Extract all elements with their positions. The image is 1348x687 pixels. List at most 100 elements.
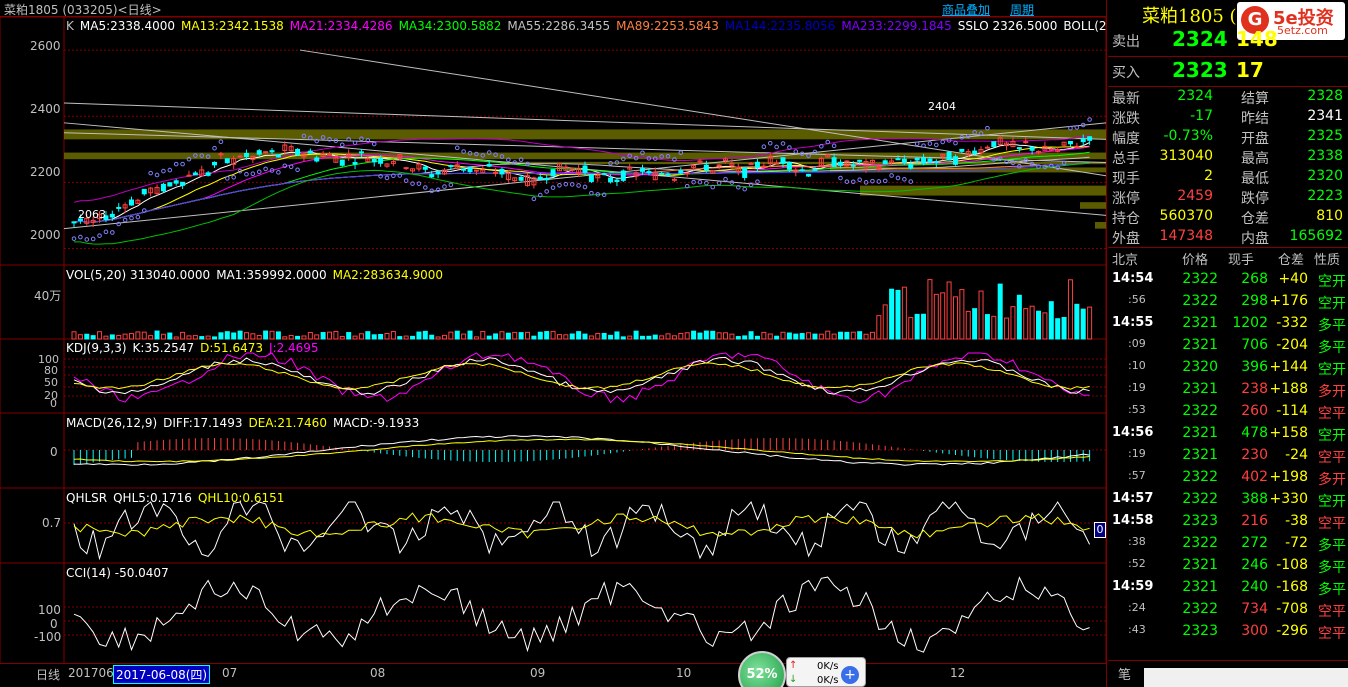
kdj-scale-50: 50 [44, 376, 58, 389]
volume-bar [889, 288, 895, 340]
volume-bar [646, 335, 652, 340]
quote-label: 外盘 [1112, 231, 1140, 247]
volume-profile-band [860, 185, 1106, 196]
volume-bar [601, 332, 607, 340]
tick-oi-change: +188 [1269, 381, 1308, 397]
volume-bar [218, 332, 224, 340]
quote-row: 涨停 2459 跌停 2223 [1108, 187, 1348, 207]
candle-body [141, 188, 147, 195]
candle-body [339, 159, 345, 166]
month-label-10: 10 [676, 666, 692, 680]
candle-body [1029, 146, 1035, 151]
quote-value: 2459 [1177, 188, 1213, 204]
volume-bar [697, 332, 703, 340]
tick-header-oi-change: 仓差 [1278, 253, 1305, 268]
tick-tab-label[interactable]: 笔 [1118, 664, 1131, 683]
tick-row: 14:55 2321 1202 -332 多平 [1108, 313, 1348, 335]
candle-body [857, 159, 863, 162]
candle-body [914, 157, 920, 161]
candle-body [269, 150, 275, 153]
main.indicator_line-item: MA13:2342.1538 [181, 19, 284, 33]
month-label-08: 08 [370, 666, 386, 680]
month-label-201706: 201706 [68, 666, 114, 680]
quote-label: 最低 [1241, 171, 1269, 187]
month-label-12: 12 [950, 666, 966, 680]
tick-time: :57 [1128, 469, 1146, 482]
vol.header-item: MA2:283634.9000 [332, 268, 443, 282]
chart-topbar: 菜粕1805 (033205)<日线> 商品叠加 周期 [0, 0, 1106, 17]
cci-scale-100: 100 [38, 603, 61, 617]
tick-nature: 多平 [1318, 318, 1346, 334]
tick-row: :38 2322 272 -72 多平 [1108, 533, 1348, 555]
tick-volume: 268 [1241, 271, 1268, 287]
candle-body [748, 162, 754, 165]
volume-bar [793, 333, 799, 340]
price-label-2200: 2200 [30, 165, 61, 179]
quote-value: 2338 [1307, 148, 1343, 164]
candle-body [358, 151, 364, 154]
tick-volume: 246 [1241, 557, 1268, 573]
quote-value: 2341 [1307, 108, 1343, 124]
candle-body [550, 169, 556, 177]
tick-time: 14:57 [1112, 491, 1154, 506]
quote-label: 昨结 [1241, 111, 1269, 127]
low-mark-label: 2063 [78, 208, 106, 221]
macd-scale-0: 0 [50, 445, 58, 459]
tick-price: 2323 [1182, 513, 1218, 529]
volume-bar [1080, 308, 1086, 340]
volume-bar [275, 331, 281, 340]
candle-body [799, 169, 805, 172]
quote-value: 2328 [1307, 88, 1343, 104]
candle-body [275, 154, 281, 158]
candle-body [518, 176, 524, 181]
candle-body [946, 151, 952, 161]
volume-bar [371, 334, 377, 340]
quote-label: 仓差 [1241, 211, 1269, 227]
tick-volume: 300 [1241, 623, 1268, 639]
quote-row: 幅度 -0.73% 开盘 2325 [1108, 127, 1348, 147]
volume-bar [1048, 301, 1054, 340]
tick-time: 14:59 [1112, 579, 1154, 594]
sell-label: 卖出 [1112, 34, 1140, 50]
tick-nature: 空开 [1318, 494, 1346, 510]
volume-bar [844, 331, 850, 340]
volume-bar [378, 333, 384, 340]
tick-price: 2321 [1182, 315, 1218, 331]
tick-volume: 240 [1241, 579, 1268, 595]
cci.header-item: CCI(14) -50.0407 [66, 566, 169, 580]
quote-row: 持仓 560370 仓差 810 [1108, 207, 1348, 227]
candle-body [1067, 140, 1073, 145]
volume-bar [895, 289, 901, 340]
candle-body [116, 206, 122, 209]
tick-nature: 空平 [1318, 450, 1346, 466]
kdj.header-item: KDJ(9,3,3) [66, 341, 127, 355]
tick-volume: 272 [1241, 535, 1268, 551]
tick-oi-change: -114 [1276, 403, 1308, 419]
main.indicator_line-item: MA144:2235.8056 [724, 19, 836, 33]
candle-body [403, 167, 409, 170]
candle-body [838, 161, 843, 166]
volume-bar [454, 330, 460, 340]
period-link[interactable]: 周期 [1010, 1, 1034, 18]
qhlsr-scale: 0.7 [42, 516, 62, 530]
price-label-2600: 2600 [30, 39, 61, 53]
candle-body [806, 173, 812, 177]
candle-body [742, 167, 748, 178]
candle-body [774, 162, 780, 165]
tick-price: 2322 [1182, 491, 1218, 507]
volume-bar [748, 331, 754, 340]
volume-bar [224, 331, 230, 340]
volume-bar [742, 335, 748, 340]
overlay-link[interactable]: 商品叠加 [942, 1, 990, 18]
volume-bar [652, 334, 658, 340]
plus-icon[interactable]: + [841, 666, 859, 684]
volume-bar [984, 314, 990, 340]
high-mark-label: 2404 [928, 100, 956, 113]
volume-bar [84, 333, 90, 340]
tick-time: :09 [1128, 337, 1146, 350]
candle-body [1087, 136, 1093, 141]
quote-stats: 最新 2324 结算 2328 涨跌 -17 昨结 2341 幅度 -0.73% 开盘 2325 总手 3… [1108, 87, 1348, 247]
tick-list[interactable]: 14:54 2322 268 +40 空开:56 2322 298 +176 空开 14:55 23… [1108, 269, 1348, 641]
download-speed: 0K/s [817, 675, 839, 686]
cci-scale-minus100: -100 [34, 630, 62, 644]
